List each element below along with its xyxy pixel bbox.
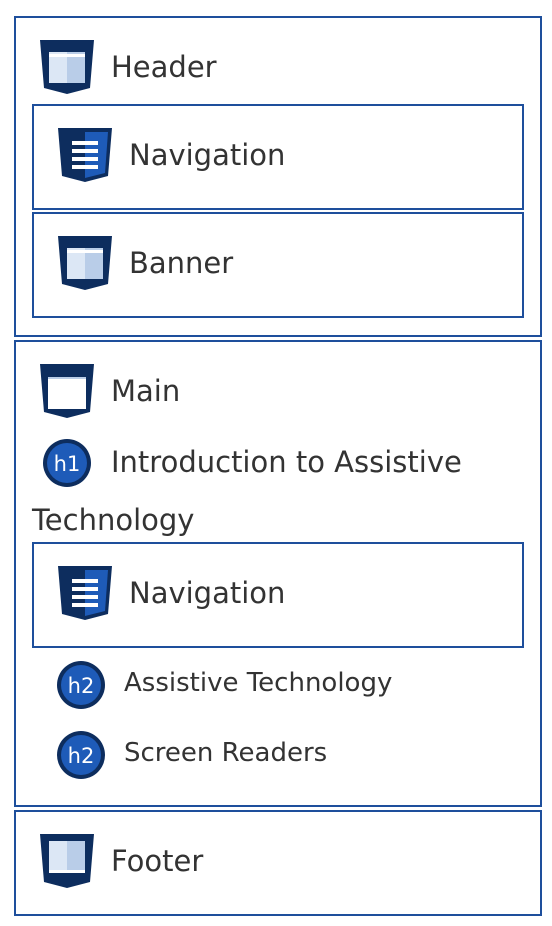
h2-heading-text: Assistive Technology (124, 668, 393, 698)
header-navigation-label: Navigation (129, 138, 286, 172)
h1-heading-text: Introduction to Assistive Technology (32, 445, 462, 537)
svg-text:h2: h2 (68, 674, 95, 698)
main-label: Main (111, 374, 181, 408)
h2-heading-icon: h2 (57, 661, 105, 709)
h2-heading-icon: h2 (57, 731, 105, 779)
navigation-landmark-icon (58, 128, 112, 182)
footer-landmark-icon (40, 834, 94, 888)
header-landmark-icon (40, 40, 94, 94)
banner-landmark-icon (58, 236, 112, 290)
navigation-landmark-icon (58, 566, 112, 620)
h2-heading-text: Screen Readers (124, 738, 328, 768)
main-landmark-icon (40, 364, 94, 418)
header-label: Header (111, 50, 217, 84)
main-navigation-label: Navigation (129, 576, 286, 610)
footer-label: Footer (111, 844, 204, 878)
svg-text:h2: h2 (68, 744, 95, 768)
banner-label: Banner (129, 246, 234, 280)
